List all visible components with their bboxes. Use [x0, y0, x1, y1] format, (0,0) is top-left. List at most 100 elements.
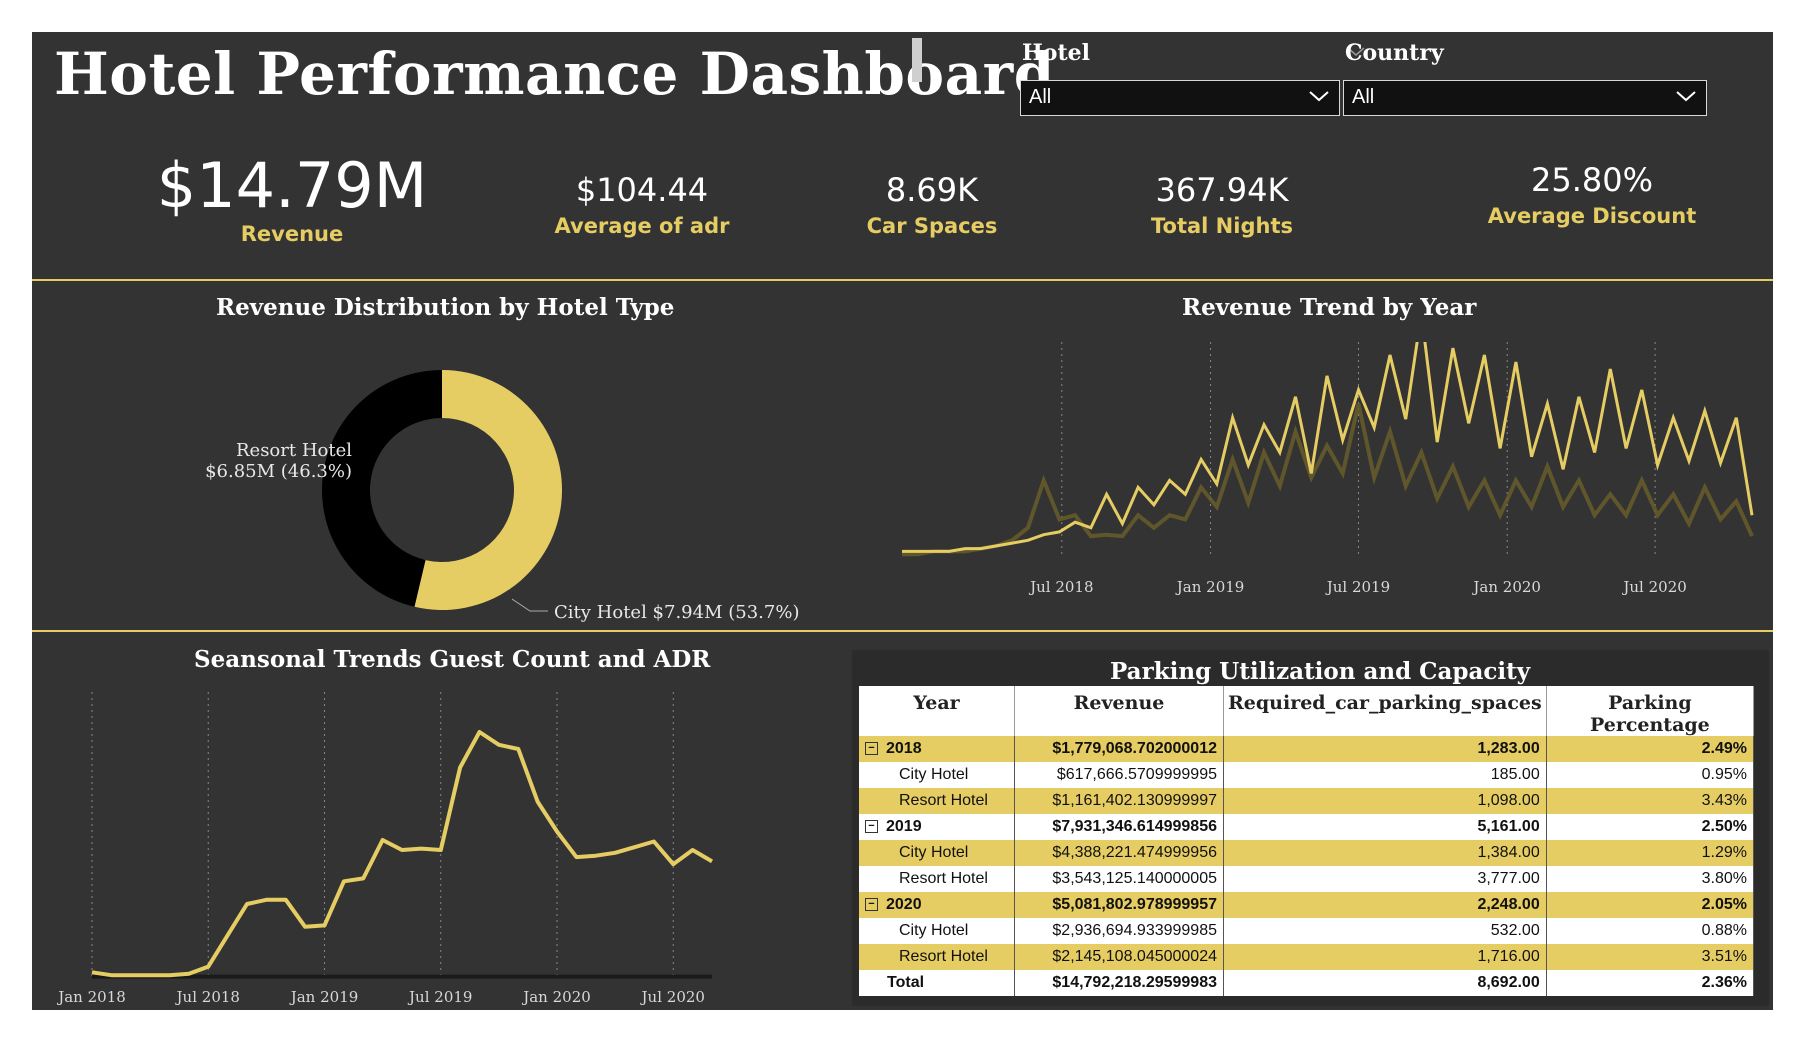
column-header-year[interactable]: Year [859, 686, 1015, 736]
table-row[interactable]: City Hotel $4,388,221.474999956 1,384.00 1.… [859, 840, 1755, 866]
seasonal-trends-chart: Jan 2018 Jul 2018 Jan 2019 Jul 2019 Jan 2020… [56, 692, 714, 1006]
parking-table-title: Parking Utilization and Capacity [1110, 658, 1531, 685]
revenue-donut-chart [322, 370, 562, 610]
cell-year: Resort Hotel [859, 788, 1015, 814]
kpi-total-nights-label: Total Nights [1151, 214, 1293, 238]
column-header-parking-percentage[interactable]: Parking Percentage [1546, 686, 1755, 736]
kpi-adr: $104.44 Average of adr [492, 170, 792, 238]
table-header-row: Year Revenue Required_car_parking_spaces… [859, 686, 1755, 736]
table-row[interactable]: Total $14,792,218.29599983 8,692.00 2.36% [859, 970, 1755, 996]
column-header-parking-spaces[interactable]: Required_car_parking_spaces [1223, 686, 1547, 736]
cell-parking-spaces: 1,716.00 [1223, 944, 1547, 970]
section-divider [32, 279, 1773, 281]
cell-parking-spaces: 1,098.00 [1223, 788, 1547, 814]
table-row[interactable]: Resort Hotel $2,145,108.045000024 1,716.00… [859, 944, 1755, 970]
kpi-revenue: $14.79M Revenue [132, 149, 452, 247]
table-row[interactable]: Resort Hotel $3,543,125.140000005 3,777.00… [859, 866, 1755, 892]
cell-year: −2019 [859, 814, 1015, 840]
parking-table-panel: Parking Utilization and Capacity Year Re… [852, 650, 1769, 1006]
country-filter-value: All [1352, 86, 1375, 108]
country-filter-label: Country [1345, 40, 1444, 66]
cell-revenue: $1,779,068.702000012 [1014, 736, 1224, 762]
seasonal-chart-title: Seansonal Trends Guest Count and ADR [194, 646, 711, 673]
x-tick-label: Jan 2020 [1471, 578, 1541, 596]
x-tick-label: Jul 2020 [1621, 578, 1686, 596]
cell-year: −2020 [859, 892, 1015, 918]
kpi-adr-label: Average of adr [554, 214, 730, 238]
cell-year: City Hotel [859, 840, 1015, 866]
cell-parking-spaces: 185.00 [1223, 762, 1547, 788]
collapse-icon[interactable]: − [865, 820, 878, 834]
cell-parking-percentage: 2.05% [1546, 892, 1755, 918]
cell-revenue: $617,666.5709999995 [1014, 762, 1224, 788]
cell-parking-percentage: 2.36% [1546, 970, 1755, 996]
cell-parking-percentage: 0.95% [1546, 762, 1755, 788]
collapse-icon[interactable]: − [865, 742, 878, 756]
x-tick-label: Jul 2019 [407, 988, 472, 1006]
cell-parking-spaces: 2,248.00 [1223, 892, 1547, 918]
kpi-revenue-label: Revenue [240, 222, 344, 246]
cell-year: City Hotel [859, 918, 1015, 944]
dashboard: Hotel Performance Dashboard Hotel All Co… [32, 32, 1773, 1010]
donut-label-resort: Resort Hotel $6.85M (46.3%) [152, 440, 352, 482]
page-title: Hotel Performance Dashboard [54, 40, 1055, 108]
cell-revenue: $2,145,108.045000024 [1014, 944, 1224, 970]
table-row[interactable]: City Hotel $2,936,694.933999985 532.00 0.88… [859, 918, 1755, 944]
table-row[interactable]: −2019 $7,931,346.614999856 5,161.00 2.50% [859, 814, 1755, 840]
table-row[interactable]: −2018 $1,779,068.702000012 1,283.00 2.49% [859, 736, 1755, 762]
cell-parking-percentage: 3.51% [1546, 944, 1755, 970]
x-tick-label: Jul 2018 [175, 988, 240, 1006]
x-tick-label: Jan 2018 [56, 988, 126, 1006]
parking-table: Year Revenue Required_car_parking_spaces… [859, 686, 1755, 996]
cell-parking-spaces: 3,777.00 [1223, 866, 1547, 892]
table-row[interactable]: City Hotel $617,666.5709999995 185.00 0.95% [859, 762, 1755, 788]
cell-year: Resort Hotel [859, 866, 1015, 892]
cell-revenue: $1,161,402.130999997 [1014, 788, 1224, 814]
kpi-average-discount: 25.80% Average Discount [1452, 160, 1732, 228]
hotel-filter-dropdown[interactable]: All [1020, 80, 1340, 116]
x-tick-label: Jan 2019 [289, 988, 359, 1006]
cell-revenue: $2,936,694.933999985 [1014, 918, 1224, 944]
cell-parking-spaces: 1,384.00 [1223, 840, 1547, 866]
x-tick-label: Jul 2020 [640, 988, 705, 1006]
donut-chart-title: Revenue Distribution by Hotel Type [216, 294, 675, 321]
kpi-car-spaces-label: Car Spaces [866, 214, 998, 238]
revenue-trend-chart: Jul 2018 Jan 2019 Jul 2019 Jan 2020 Jul 2020 [902, 342, 1754, 596]
cell-year: Total [859, 970, 1015, 996]
cell-parking-percentage: 0.88% [1546, 918, 1755, 944]
revenue-trend-title: Revenue Trend by Year [1182, 294, 1477, 321]
cell-parking-percentage: 3.43% [1546, 788, 1755, 814]
cell-parking-spaces: 532.00 [1223, 918, 1547, 944]
kpi-total-nights: 367.94K Total Nights [1092, 170, 1352, 238]
chevron-down-icon [1676, 91, 1696, 102]
seasonal-series-line [91, 730, 714, 978]
table-row[interactable]: −2020 $5,081,802.978999957 2,248.00 2.05% [859, 892, 1755, 918]
x-tick-label: Jul 2019 [1325, 578, 1390, 596]
chevron-down-icon [1309, 91, 1329, 102]
cell-parking-spaces: 8,692.00 [1223, 970, 1547, 996]
kpi-car-spaces: 8.69K Car Spaces [812, 170, 1052, 238]
kpi-car-spaces-value: 8.69K [885, 171, 979, 209]
donut-label-city: City Hotel $7.94M (53.7%) [554, 602, 800, 623]
kpi-average-discount-value: 25.80% [1530, 161, 1653, 199]
cell-year: City Hotel [859, 762, 1015, 788]
country-filter-dropdown[interactable]: All [1343, 80, 1707, 116]
cell-parking-spaces: 5,161.00 [1223, 814, 1547, 840]
x-tick-label: Jan 2020 [521, 988, 591, 1006]
table-row[interactable]: Resort Hotel $1,161,402.130999997 1,098.00… [859, 788, 1755, 814]
cell-revenue: $5,081,802.978999957 [1014, 892, 1224, 918]
x-tick-label: Jul 2018 [1028, 578, 1093, 596]
collapse-icon[interactable]: − [865, 898, 878, 912]
x-tick-label: Jan 2019 [1175, 578, 1245, 596]
hotel-filter-value: All [1029, 86, 1052, 108]
cell-revenue: $4,388,221.474999956 [1014, 840, 1224, 866]
kpi-adr-value: $104.44 [575, 171, 709, 209]
donut-label-resort-value: $6.85M (46.3%) [205, 461, 352, 482]
revenue-series-line [902, 403, 1754, 557]
cell-parking-percentage: 3.80% [1546, 866, 1755, 892]
cell-year: −2018 [859, 736, 1015, 762]
kpi-revenue-value: $14.79M [156, 149, 428, 222]
column-header-revenue[interactable]: Revenue [1014, 686, 1224, 736]
cell-parking-spaces: 1,283.00 [1223, 736, 1547, 762]
donut-label-resort-name: Resort Hotel [235, 440, 352, 461]
